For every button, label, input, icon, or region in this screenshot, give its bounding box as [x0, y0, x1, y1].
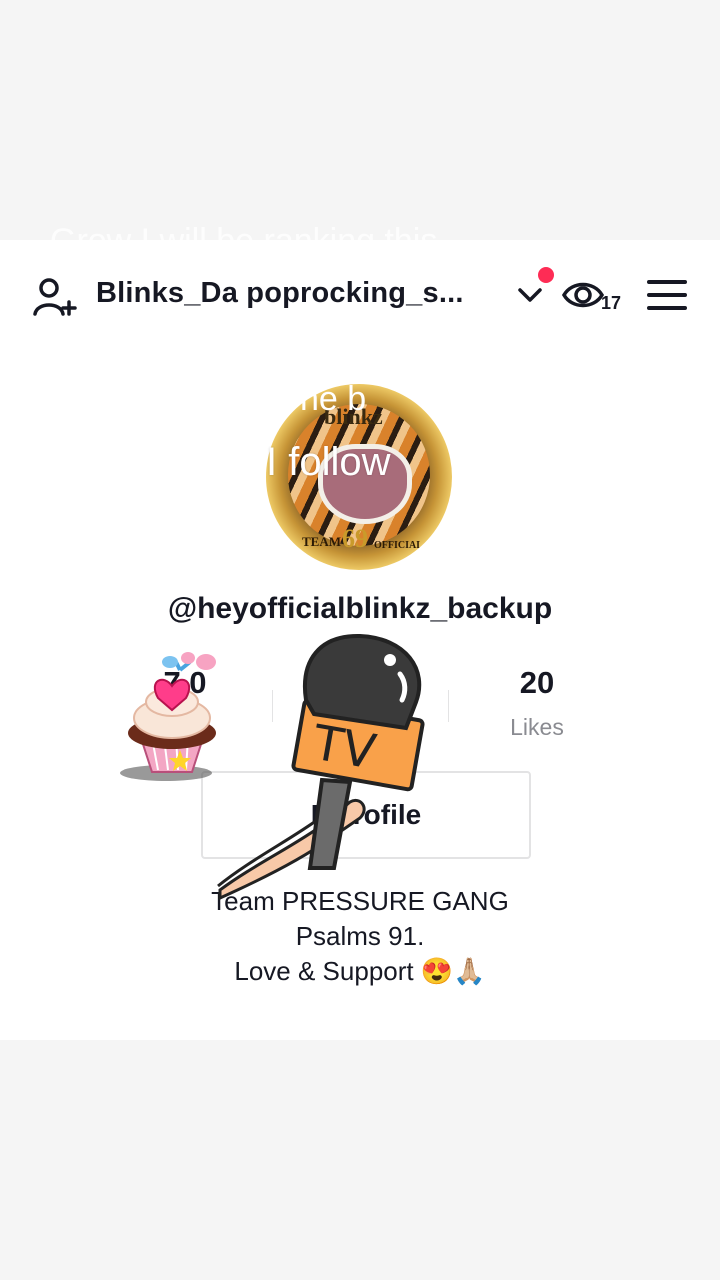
viewer-count: 17: [601, 293, 622, 313]
chevron-down-icon[interactable]: [514, 279, 546, 311]
notification-dot: [538, 267, 554, 283]
add-user-icon[interactable]: [30, 273, 78, 321]
avatar-official-text: OFFICIAL: [374, 540, 423, 551]
bio-line-3: Love & Support 😍🙏🏼: [234, 956, 486, 986]
likes-count[interactable]: 20: [492, 665, 582, 701]
menu-icon[interactable]: [642, 275, 692, 315]
profile-header: Blinks_Da poprocking_s... 17: [0, 265, 720, 325]
avatar-team-text: TEAM: [302, 534, 341, 549]
stat-divider: [448, 690, 449, 722]
caption-overlay-text: Grow I will be ranking this: [50, 222, 438, 244]
avatar-number-text: 69: [342, 524, 368, 553]
microphone-sticker: TV: [217, 633, 425, 900]
sticker-tv-text: TV: [308, 715, 380, 781]
overlay-caption-line-1: I follow: [266, 440, 391, 484]
likes-label: Likes: [510, 714, 564, 740]
bio-line-2: Psalms 91.: [295, 921, 425, 951]
profile-handle: @heyofficialblinkz_backup: [167, 592, 553, 625]
overlay-caption-line-2: ne b: [300, 380, 367, 416]
username-title[interactable]: Blinks_Da poprocking_s...: [96, 277, 501, 310]
